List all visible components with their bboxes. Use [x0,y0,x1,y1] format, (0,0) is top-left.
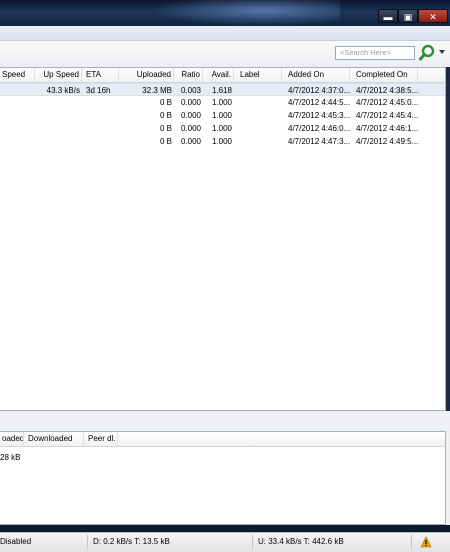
window-edge [446,67,450,411]
column-header-uploaded[interactable]: oaded [0,432,24,446]
list-header: Speed Up Speed ETA Uploaded Ratio Avail.… [0,68,445,83]
panel-splitter[interactable] [0,411,450,431]
cell-eta [82,109,119,122]
column-header-label[interactable]: Label [234,68,282,82]
table-row[interactable]: 0 B 0.000 1.000 4/7/2012 4:45:3... 4/7/2… [0,109,445,122]
cell-added-on: 4/7/2012 4:46:0... [288,124,350,133]
column-header-eta[interactable]: ETA [82,68,119,82]
window-titlebar: ▬ ▣ ✕ [0,0,450,26]
cell-eta [82,135,119,148]
status-download: D: 0.2 kB/s T: 13.5 kB [90,535,253,549]
table-row[interactable]: 0 B 0.000 1.000 4/7/2012 4:44:5... 4/7/2… [0,96,445,109]
torrent-list: Speed Up Speed ETA Uploaded Ratio Avail.… [0,67,446,411]
search-engine-dropdown-icon[interactable] [439,50,445,54]
cell-added-on: 4/7/2012 4:47:3... [288,137,350,146]
cell-label [234,135,282,148]
column-header-peer-dl[interactable]: Peer dl. [84,432,118,446]
menu-bar [0,26,450,41]
cell-completed-on: 4/7/2012 4:45:0... [356,98,418,107]
column-header-uploaded[interactable]: Uploaded [119,68,174,82]
table-row[interactable]: 43.3 kB/s 3d 16h 32.3 MB 0.003 1.618 4/7… [0,83,445,96]
column-header-downloaded[interactable]: Downloaded [24,432,84,446]
column-header-ratio[interactable]: Ratio [174,68,203,82]
status-bar: Disabled D: 0.2 kB/s T: 13.5 kB U: 33.4 … [0,532,450,552]
column-header-avail[interactable]: Avail. [203,68,234,82]
maximize-button[interactable]: ▣ [398,9,418,23]
cell-label [234,122,282,135]
minimize-button[interactable]: ▬ [378,9,398,23]
cell-added-on: 4/7/2012 4:44:5... [288,98,350,107]
cell-up-speed [35,135,82,148]
table-row[interactable]: 0 B 0.000 1.000 4/7/2012 4:47:3... 4/7/2… [0,135,445,148]
cell-eta [82,122,119,135]
cell-added-on: 4/7/2012 4:45:3... [288,111,350,120]
detail-header: oaded Downloaded Peer dl. [0,432,445,447]
cell-ratio: 0.000 [180,137,201,146]
cell-label [234,109,282,122]
warning-icon[interactable] [420,536,432,548]
cell-completed-on: 4/7/2012 4:45:4... [356,111,418,120]
search-icon[interactable] [418,44,436,62]
cell-completed-on: 4/7/2012 4:46:1... [356,124,418,133]
app-window: <Search Here> Speed Up Speed ETA Uploade… [0,26,450,552]
titlebar-decoration [150,0,340,26]
cell-label [234,96,282,109]
cell-eta [82,96,119,109]
cell-ratio: 0.000 [180,124,201,133]
cell-uploaded: 0 B [159,98,172,107]
list-item[interactable]: 28 kB [0,451,445,464]
cell-avail: 1.000 [211,111,232,120]
toolbar: <Search Here> [0,41,450,68]
close-button[interactable]: ✕ [418,9,448,23]
column-header-up-speed[interactable]: Up Speed [35,68,82,82]
column-header-completed-on[interactable]: Completed On [350,68,418,82]
cell-avail: 1.000 [211,137,232,146]
cell-uploaded: 0 B [159,124,172,133]
status-dht: Disabled [0,535,88,549]
column-header-speed[interactable]: Speed [0,68,35,82]
cell-up-speed [35,109,82,122]
cell-uploaded-value: 28 kB [0,453,21,462]
cell-up-speed [35,122,82,135]
cell-ratio: 0.000 [180,111,201,120]
table-row[interactable]: 0 B 0.000 1.000 4/7/2012 4:46:0... 4/7/2… [0,122,445,135]
cell-ratio: 0.000 [180,98,201,107]
search-input[interactable]: <Search Here> [335,46,415,60]
cell-avail: 1.000 [211,124,232,133]
status-upload: U: 33.4 kB/s T: 442.6 kB [255,535,412,549]
detail-panel: oaded Downloaded Peer dl. 28 kB [0,431,446,525]
cell-completed-on: 4/7/2012 4:49:5... [356,137,418,146]
column-header-added-on[interactable]: Added On [282,68,350,82]
cell-up-speed [35,96,82,109]
cell-uploaded: 0 B [159,137,172,146]
cell-uploaded: 0 B [159,111,172,120]
cell-avail: 1.000 [211,98,232,107]
